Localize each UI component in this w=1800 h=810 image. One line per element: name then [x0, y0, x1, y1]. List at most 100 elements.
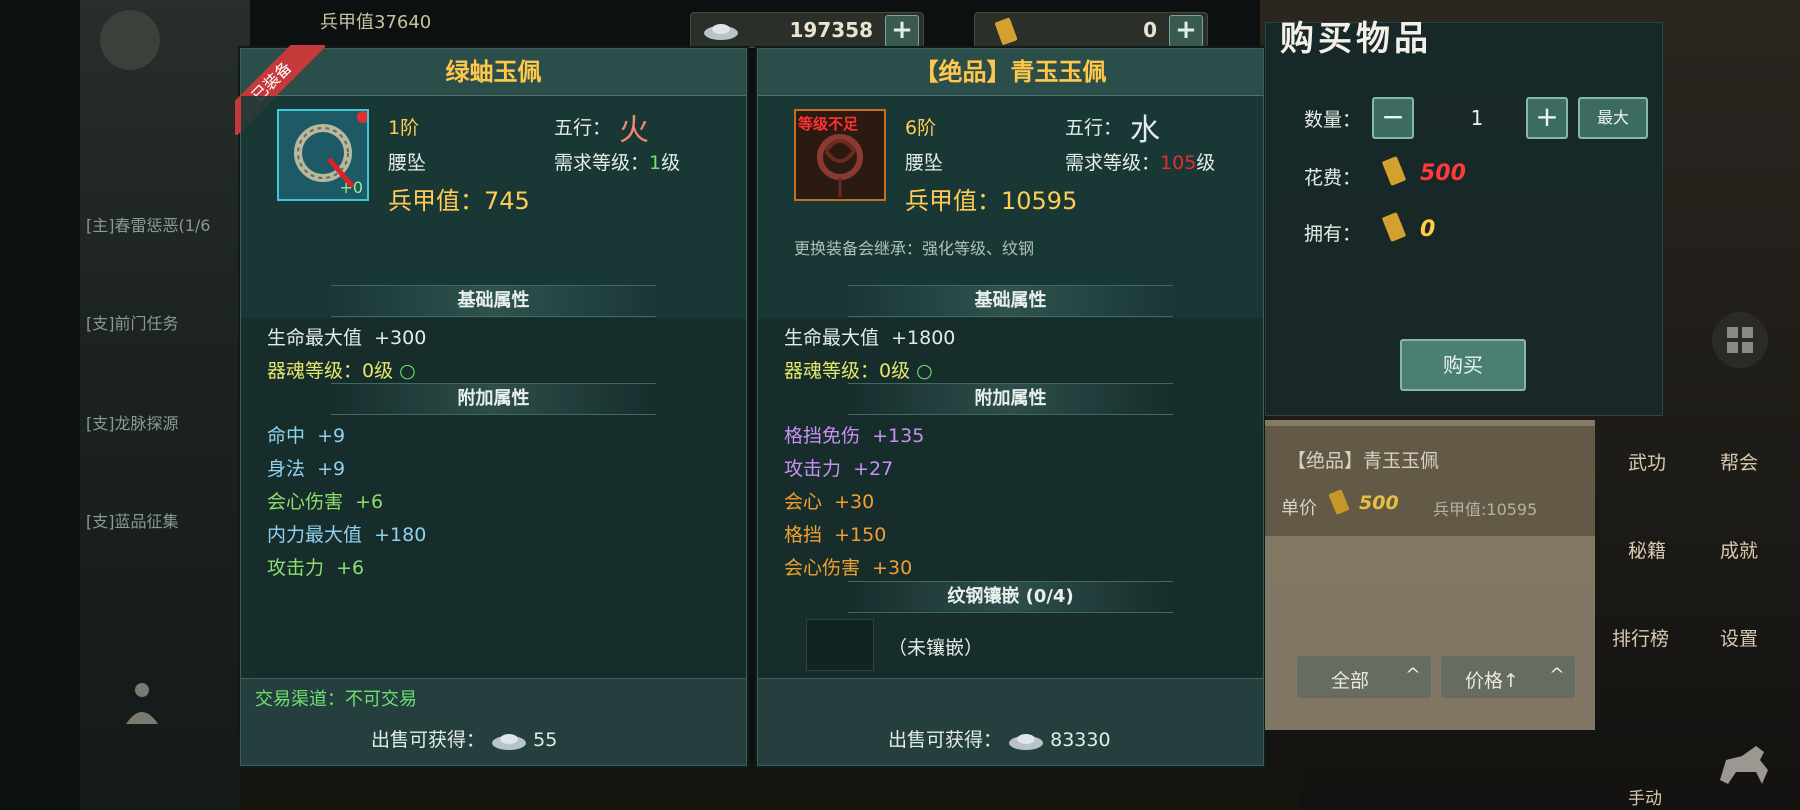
sell-label: 出售可获得：: [888, 729, 1003, 751]
attr-name: 会心: [784, 491, 823, 513]
gold-amount: 0: [1143, 18, 1157, 42]
attr-value: +6: [336, 557, 365, 579]
base-attr-hp: 生命最大值 +1800: [784, 323, 955, 350]
silver-ingot-icon: [1009, 733, 1044, 750]
compare-item-title: 【绝品】青玉玉佩: [758, 49, 1263, 96]
attr-name: 命中: [267, 425, 306, 447]
sell-price: 出售可获得： 55: [371, 725, 557, 752]
attr-name: 器魂等级：0级: [784, 360, 911, 382]
sort-price-dropdown[interactable]: 价格↑ ^: [1441, 656, 1575, 698]
shop-list: 【绝品】青玉玉佩 单价 500 兵甲值:10595 全部 ^ 价格↑ ^: [1265, 420, 1595, 730]
owned-label: 拥有：: [1304, 223, 1362, 245]
menu-grid-icon[interactable]: [1700, 310, 1780, 380]
attr-value: +300: [374, 327, 427, 349]
base-attr-header: 基础属性: [331, 285, 656, 317]
inlay-empty-label: （未镶嵌）: [888, 637, 984, 659]
wuxing-fire-glyph: 火: [619, 113, 649, 148]
item-power: 兵甲值：10595: [905, 187, 1078, 215]
wuxing-water-glyph: 水: [1130, 113, 1160, 148]
purchase-panel: 购买物品 数量： − 1 + 最大 花费： 500 拥有： 0 购买: [1265, 19, 1663, 416]
attr-name: 身法: [267, 458, 306, 480]
menu-wugong[interactable]: 武功: [1628, 448, 1666, 475]
meditate-icon[interactable]: [120, 680, 164, 730]
owned-value: 0: [1420, 217, 1436, 242]
attr-value: +9: [317, 458, 346, 480]
attr-value: +6: [355, 491, 384, 513]
quest-item[interactable]: [支]蓝品征集: [86, 508, 179, 532]
req-level: 需求等级：1级: [554, 148, 680, 175]
extra-attr: 会心伤害 +6: [267, 487, 383, 514]
enhance-level: +0: [339, 178, 363, 197]
attr-value: +9: [317, 425, 346, 447]
menu-paihangbang[interactable]: 排行榜: [1612, 624, 1669, 651]
base-attr-soul: 器魂等级：0级 ○: [784, 356, 933, 383]
attr-name: 生命最大值: [267, 327, 363, 349]
inlay-slot[interactable]: [806, 619, 874, 671]
silver-ingot-icon: [703, 21, 739, 41]
attr-value: +30: [872, 557, 913, 579]
menu-chengjiu[interactable]: 成就: [1720, 536, 1758, 563]
chat-strip: [240, 760, 1300, 810]
extra-attr: 攻击力 +6: [267, 553, 364, 580]
attr-name: 格挡免伤: [784, 425, 861, 447]
equipped-item-icon[interactable]: +0: [277, 109, 369, 201]
horse-icon[interactable]: [1712, 740, 1776, 790]
base-attr-soul: 器魂等级：0级 ○: [267, 356, 416, 383]
max-quantity-button[interactable]: 最大: [1578, 97, 1648, 139]
sort-price-label: 价格↑: [1465, 670, 1519, 692]
wuxing-label: 五行：: [554, 117, 612, 139]
silver-ingot-icon: [492, 733, 527, 750]
attr-name: 格挡: [784, 524, 823, 546]
shop-item-name: 【绝品】青玉玉佩: [1287, 450, 1440, 472]
attr-value: +27: [853, 458, 894, 480]
menu-shoudong[interactable]: 手动: [1628, 784, 1662, 809]
quest-item[interactable]: [支]龙脉探源: [86, 410, 179, 434]
compare-item-icon[interactable]: 等级不足: [794, 109, 886, 201]
quantity-minus-button[interactable]: −: [1372, 97, 1414, 139]
item-slot: 腰坠: [388, 152, 427, 174]
quest-item[interactable]: [主]春雷惩恶(1/6: [86, 212, 210, 236]
extra-attr: 攻击力 +27: [784, 454, 893, 481]
unit-price-value: 500: [1359, 492, 1399, 514]
req-level-label: 需求等级：: [1065, 152, 1161, 174]
extra-attr: 会心伤害 +30: [784, 553, 912, 580]
req-level-label: 需求等级：: [554, 152, 650, 174]
menu-miji[interactable]: 秘籍: [1628, 536, 1666, 563]
background-scene-left: [主]春雷惩恶(1/6 [支]前门任务 [支]龙脉探源 [支]蓝品征集: [80, 0, 250, 810]
quest-item[interactable]: [支]前门任务: [86, 310, 179, 334]
sell-value: 55: [533, 729, 558, 751]
buy-button[interactable]: 购买: [1400, 339, 1526, 391]
item-tier: 6阶: [905, 117, 937, 139]
extra-attr: 身法 +9: [267, 454, 345, 481]
item-tier: 1阶: [388, 117, 420, 139]
unit-price-label: 单价: [1281, 498, 1317, 519]
chevron-up-icon: ^: [1549, 664, 1565, 686]
silver-amount: 197358: [789, 18, 874, 42]
currency-bar: 197358 + 0 +: [600, 6, 1260, 48]
compare-item-panel: 【绝品】青玉玉佩 等级不足 6阶 五行： 水 腰坠 需求等级：105级 兵甲值：…: [757, 48, 1264, 766]
avatar[interactable]: [100, 10, 160, 70]
chevron-up-icon: ^: [1405, 664, 1421, 686]
menu-shezhi[interactable]: 设置: [1720, 624, 1758, 651]
item-slot: 腰坠: [905, 152, 944, 174]
cost-value: 500: [1420, 161, 1466, 186]
purchase-title: 购买物品: [1280, 19, 1432, 59]
extra-attr-header: 附加属性: [331, 383, 656, 415]
add-gold-button[interactable]: +: [1169, 15, 1203, 47]
menu-banghui[interactable]: 帮会: [1720, 448, 1758, 475]
attr-value: +30: [834, 491, 875, 513]
gold-currency: 0 +: [974, 12, 1208, 48]
filter-all-dropdown[interactable]: 全部 ^: [1297, 656, 1431, 698]
compare-item-footer: 出售可获得： 83330: [758, 678, 1263, 765]
add-silver-button[interactable]: +: [885, 15, 919, 47]
extra-attr: 会心 +30: [784, 487, 874, 514]
attr-value: +150: [834, 524, 887, 546]
extra-attr-header: 附加属性: [848, 383, 1173, 415]
quantity-input[interactable]: 1: [1418, 99, 1536, 137]
quantity-plus-button[interactable]: +: [1526, 97, 1568, 139]
attr-value: +180: [374, 524, 427, 546]
attr-name: 攻击力: [784, 458, 842, 480]
filter-all-label: 全部: [1331, 670, 1370, 692]
item-power: 兵甲值：745: [388, 187, 530, 215]
attr-value: +1800: [891, 327, 956, 349]
